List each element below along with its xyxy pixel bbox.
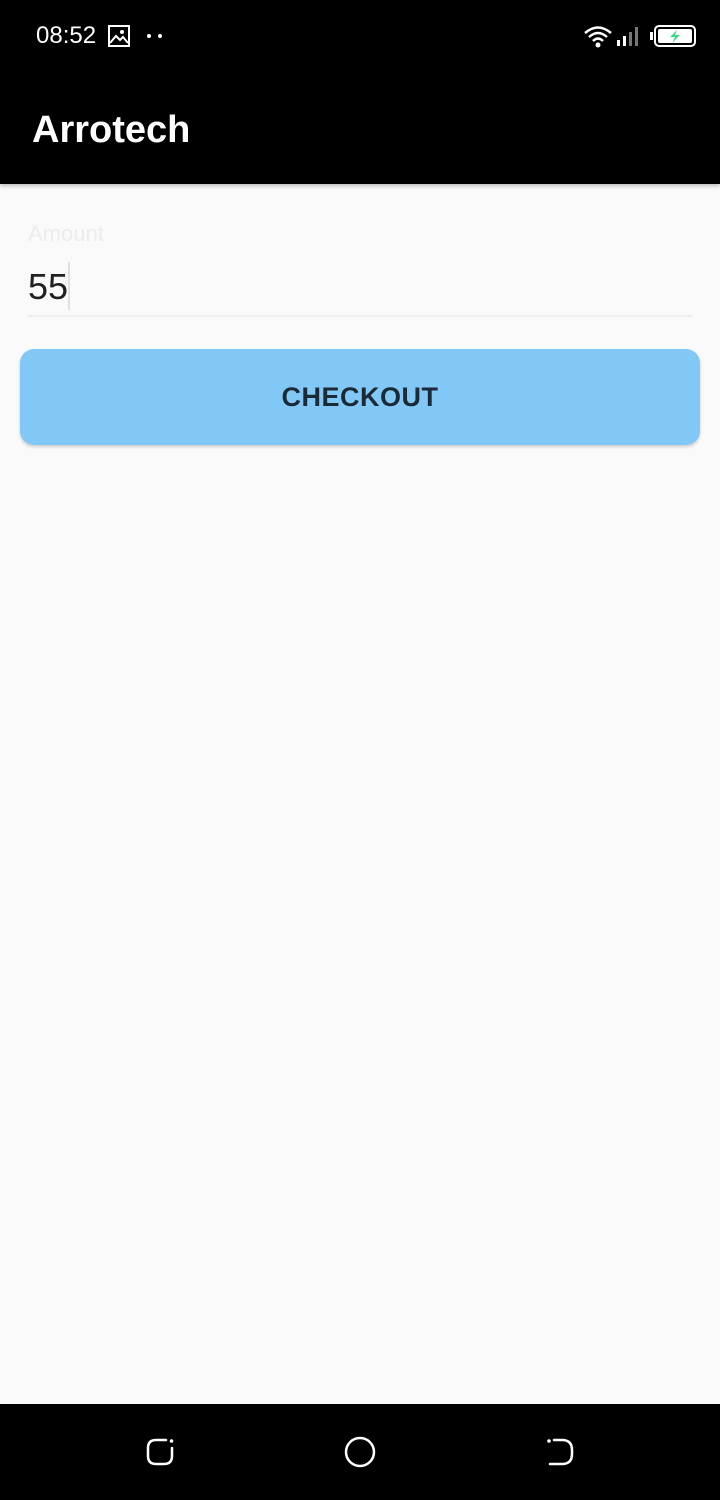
- status-bar: 08:52: [0, 0, 720, 72]
- home-icon[interactable]: [340, 1434, 380, 1470]
- checkout-button[interactable]: CHECKOUT: [20, 349, 700, 445]
- amount-input[interactable]: [28, 264, 692, 310]
- app-title: Arrotech: [32, 109, 191, 151]
- wifi-icon: [584, 26, 612, 48]
- recent-apps-icon[interactable]: [140, 1434, 180, 1470]
- navigation-bar: [0, 1404, 720, 1500]
- amount-underline: [28, 315, 692, 317]
- status-time: 08:52: [36, 22, 97, 49]
- amount-label: Amount: [28, 221, 104, 246]
- checkout-form: Amount CHECKOUT: [0, 184, 720, 1404]
- signal-icon: [617, 27, 638, 46]
- checkout-label: CHECKOUT: [281, 381, 439, 412]
- text-cursor: [68, 262, 70, 310]
- battery-charging-icon: [650, 25, 696, 47]
- gallery-icon: [108, 25, 130, 47]
- more-dots-icon: [147, 34, 162, 38]
- back-icon[interactable]: [540, 1434, 580, 1470]
- app-bar: Arrotech: [0, 72, 720, 184]
